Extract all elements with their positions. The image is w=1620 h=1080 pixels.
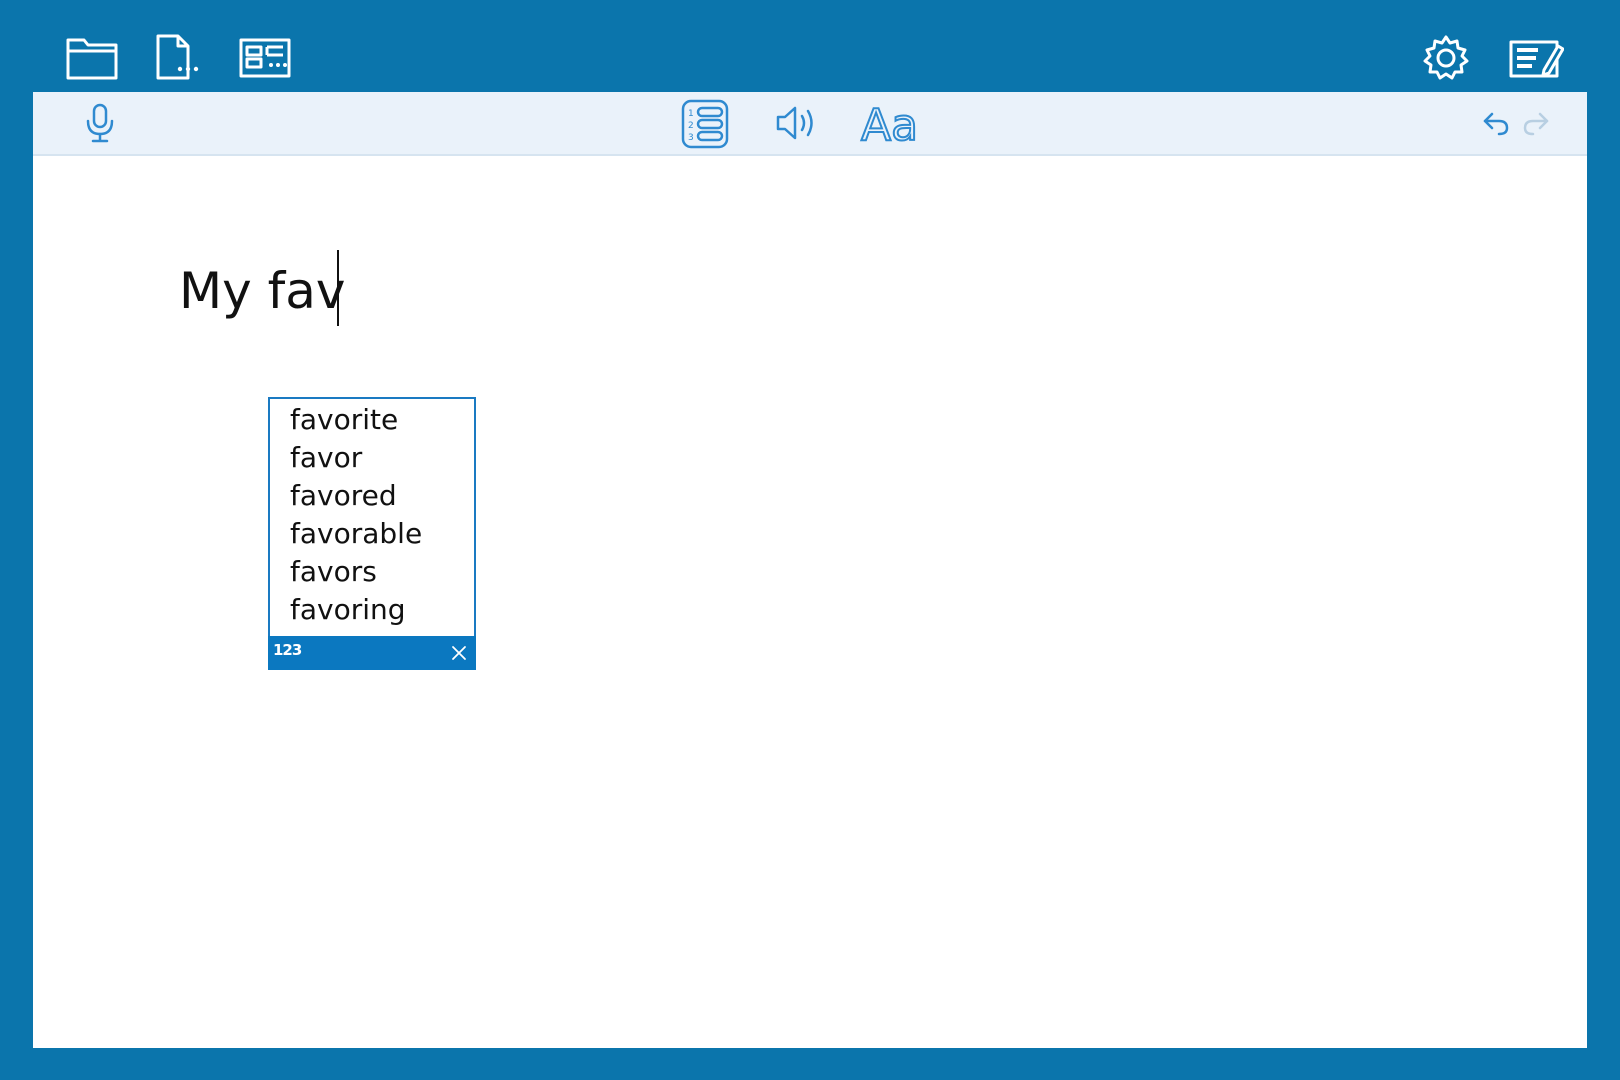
suggestion-item[interactable]: favorite	[270, 401, 474, 439]
suggestion-item[interactable]: favor	[270, 439, 474, 477]
document-text[interactable]: My fav	[179, 256, 345, 326]
svg-text:Aa: Aa	[861, 100, 918, 148]
undo-icon[interactable]	[1481, 110, 1511, 136]
svg-text:3: 3	[688, 133, 694, 143]
layout-icon[interactable]	[238, 32, 294, 82]
word-prediction-popup: favorite favor favored favorable favors …	[268, 397, 476, 670]
close-icon[interactable]	[450, 644, 468, 662]
editor-window: 1 2 3 Aa My fav favorite favor favored f…	[33, 92, 1587, 1048]
file-more-icon[interactable]	[152, 32, 208, 82]
svg-text:1: 1	[688, 109, 694, 119]
text-caret	[337, 250, 339, 326]
checklist-edit-icon[interactable]	[1508, 32, 1564, 82]
gear-icon[interactable]	[1418, 32, 1474, 82]
font-icon-glyph: Aa	[860, 99, 919, 148]
numbered-list-icon[interactable]: 1 2 3	[681, 99, 729, 149]
suggestion-item[interactable]: favorable	[270, 515, 474, 553]
font-icon[interactable]: Aa	[859, 98, 925, 148]
suggestion-list: favorite favor favored favorable favors …	[270, 399, 474, 629]
document-area[interactable]: My fav favorite favor favored favorable …	[33, 156, 1587, 1048]
microphone-icon[interactable]	[83, 102, 117, 144]
editor-toolbar: 1 2 3 Aa	[33, 92, 1587, 156]
suggestion-item[interactable]: favored	[270, 477, 474, 515]
numbers-toggle-button[interactable]: 123	[273, 641, 302, 659]
top-bar	[0, 0, 1620, 92]
prediction-footer: 123	[268, 636, 476, 670]
redo-icon[interactable]	[1521, 110, 1551, 136]
suggestion-item[interactable]: favoring	[270, 591, 474, 629]
speaker-icon[interactable]	[775, 102, 821, 144]
folder-icon[interactable]	[64, 32, 120, 82]
svg-text:2: 2	[688, 121, 694, 131]
suggestion-item[interactable]: favors	[270, 553, 474, 591]
